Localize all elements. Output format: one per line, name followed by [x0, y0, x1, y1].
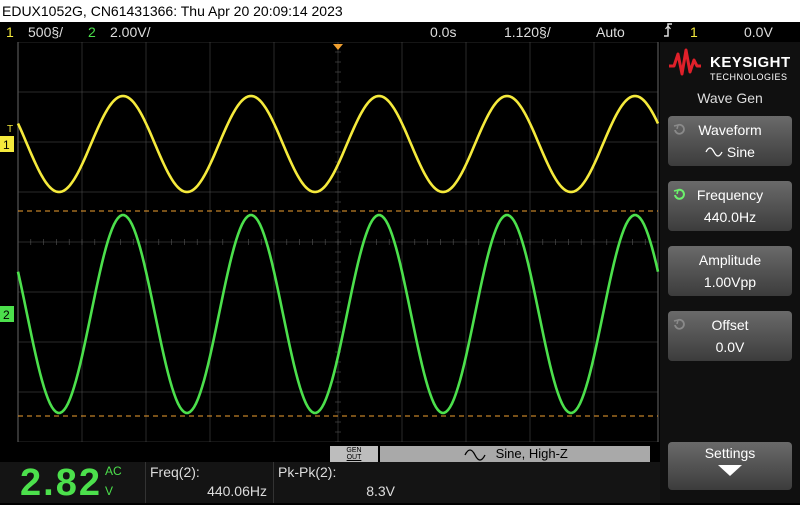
offset-label: Offset	[711, 317, 749, 333]
ch1-marker-label: 1	[3, 138, 10, 152]
menu-title: Wave Gen	[697, 90, 763, 106]
pkpk-value: 8.3V	[366, 483, 395, 499]
instrument-info: EDUX1052G, CN61431366: Thu Apr 20 20:09:…	[2, 3, 343, 19]
measurement-bar: 2.82 AC V Freq(2): 440.06Hz Pk-Pk(2): 8.…	[0, 462, 660, 504]
ch2-marker-label: 2	[3, 308, 10, 322]
waveform-label: Waveform	[698, 122, 762, 138]
freq-measurement: Freq(2): 440.06Hz	[145, 462, 271, 503]
pkpk-label: Pk-Pk(2):	[278, 464, 337, 480]
ch2-number[interactable]: 2	[88, 22, 96, 42]
waveform-value: Sine	[726, 144, 755, 160]
right-panel: KEYSIGHT TECHNOLOGIES Wave Gen Waveform …	[660, 42, 800, 503]
down-arrow-icon	[718, 465, 742, 476]
sine-wave-icon	[464, 448, 486, 461]
dvm-value: 2.82	[20, 462, 102, 504]
ch2-scale[interactable]: 2.00V/	[110, 22, 150, 42]
waveform-display[interactable]: 1 T 2	[0, 41, 660, 443]
sine-wave-icon	[705, 147, 723, 157]
trigger-level-marker: T	[7, 124, 13, 135]
freq-label: Freq(2):	[150, 464, 200, 480]
trigger-source[interactable]: 1	[690, 22, 698, 42]
gen-out-button[interactable]: GEN OUT	[330, 446, 378, 462]
trigger-level[interactable]: 0.0V	[744, 22, 773, 42]
frequency-value: 440.0Hz	[703, 209, 757, 225]
trigger-edge-icon	[662, 22, 674, 43]
amplitude-label: Amplitude	[698, 252, 762, 268]
logo-text: KEYSIGHT	[710, 54, 791, 71]
settings-label: Settings	[704, 445, 756, 461]
ch1-ground-marker[interactable]: 1	[0, 136, 14, 152]
gen-out-line1: GEN	[346, 447, 362, 454]
ch1-number[interactable]: 1	[6, 22, 14, 42]
dvm-unit: V	[105, 484, 114, 498]
wavegen-status: Sine, High-Z	[380, 446, 650, 462]
ch2-ground-marker[interactable]: 2	[0, 306, 14, 322]
time-scale[interactable]: 1.120§/	[504, 22, 551, 42]
offset-value: 0.0V	[715, 339, 745, 355]
wavegen-bar: GEN OUT Sine, High-Z	[0, 442, 660, 462]
wavegen-status-text: Sine, High-Z	[495, 446, 568, 461]
title-bar: EDUX1052G, CN61431366: Thu Apr 20 20:09:…	[0, 0, 800, 22]
gen-out-line2: OUT	[346, 454, 362, 461]
status-bar: 1 500§/ 2 2.00V/ 0.0s 1.120§/ Auto 1 0.0…	[0, 22, 800, 42]
settings-button[interactable]: Settings	[668, 442, 792, 490]
logo-subtitle: TECHNOLOGIES	[710, 72, 788, 82]
display-svg: 1 T 2	[0, 41, 660, 443]
offset-softkey[interactable]: Offset 0.0V	[668, 311, 792, 361]
keysight-logo: KEYSIGHT TECHNOLOGIES	[668, 48, 796, 88]
dvm-mode: AC	[105, 464, 122, 478]
amplitude-value: 1.00Vpp	[703, 274, 757, 290]
ch1-scale[interactable]: 500§/	[28, 22, 63, 42]
freq-value: 440.06Hz	[207, 483, 267, 499]
trigger-position-marker[interactable]	[333, 44, 343, 50]
amplitude-softkey[interactable]: Amplitude 1.00Vpp	[668, 246, 792, 296]
pkpk-measurement: Pk-Pk(2): 8.3V	[273, 462, 399, 503]
keysight-wave-icon	[669, 48, 701, 76]
time-delay[interactable]: 0.0s	[430, 22, 456, 42]
frequency-label: Frequency	[696, 187, 764, 203]
waveform-softkey[interactable]: Waveform Sine	[668, 116, 792, 166]
frequency-softkey[interactable]: Frequency 440.0Hz	[668, 181, 792, 231]
trigger-mode[interactable]: Auto	[596, 22, 625, 42]
